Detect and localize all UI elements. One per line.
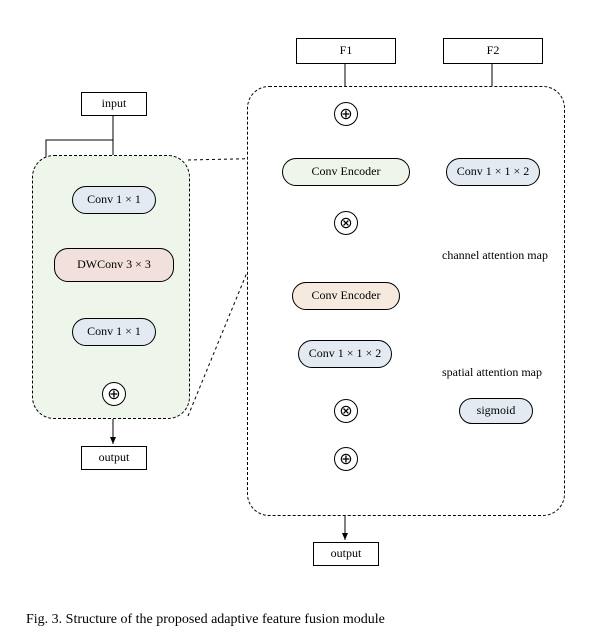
- right-mult2: ⊗: [334, 399, 358, 423]
- conv1x1x2-b-label: Conv 1 × 1 × 2: [309, 347, 382, 360]
- left-dwconv-label: DWConv 3 × 3: [77, 258, 151, 271]
- left-conv1-pill: Conv 1 × 1: [72, 186, 156, 214]
- plus-icon: ⊕: [339, 449, 352, 469]
- conv1x1x2-a: Conv 1 × 1 × 2: [446, 158, 540, 186]
- conv-encoder-top-label: Conv Encoder: [312, 165, 381, 178]
- sigmoid-label: sigmoid: [477, 404, 516, 417]
- f1-box: F1: [296, 38, 396, 64]
- diagram-canvas: input Conv 1 × 1 DWConv 3 × 3 Conv 1 × 1…: [0, 0, 602, 638]
- conv-encoder-top: Conv Encoder: [282, 158, 410, 186]
- left-input-label: input: [102, 97, 127, 110]
- figure-caption: Fig. 3. Structure of the proposed adapti…: [26, 612, 385, 628]
- left-dwconv-pill: DWConv 3 × 3: [54, 248, 174, 282]
- times-icon: ⊗: [339, 401, 352, 421]
- f2-label: F2: [487, 44, 500, 57]
- left-plus-op: ⊕: [102, 382, 126, 406]
- left-output-label: output: [99, 451, 130, 464]
- plus-icon: ⊕: [107, 384, 120, 404]
- conv1x1x2-a-label: Conv 1 × 1 × 2: [457, 165, 530, 178]
- f2-box: F2: [443, 38, 543, 64]
- right-output-label: output: [331, 547, 362, 560]
- conv1x1x2-b: Conv 1 × 1 × 2: [298, 340, 392, 368]
- spatial-map-label: spatial attention map: [442, 365, 572, 380]
- conv-encoder-2: Conv Encoder: [292, 282, 400, 310]
- left-conv2-label: Conv 1 × 1: [87, 325, 141, 338]
- channel-map-label: channel attention map: [442, 248, 572, 263]
- left-conv1-label: Conv 1 × 1: [87, 193, 141, 206]
- right-plus-bottom: ⊕: [334, 447, 358, 471]
- left-conv2-pill: Conv 1 × 1: [72, 318, 156, 346]
- conv-encoder-2-label: Conv Encoder: [312, 289, 381, 302]
- f1-label: F1: [340, 44, 353, 57]
- right-mult1: ⊗: [334, 211, 358, 235]
- right-plus-top: ⊕: [334, 102, 358, 126]
- left-output-box: output: [81, 446, 147, 470]
- right-output-box: output: [313, 542, 379, 566]
- left-input-box: input: [81, 92, 147, 116]
- times-icon: ⊗: [339, 213, 352, 233]
- plus-icon: ⊕: [339, 104, 352, 124]
- sigmoid-pill: sigmoid: [459, 398, 533, 424]
